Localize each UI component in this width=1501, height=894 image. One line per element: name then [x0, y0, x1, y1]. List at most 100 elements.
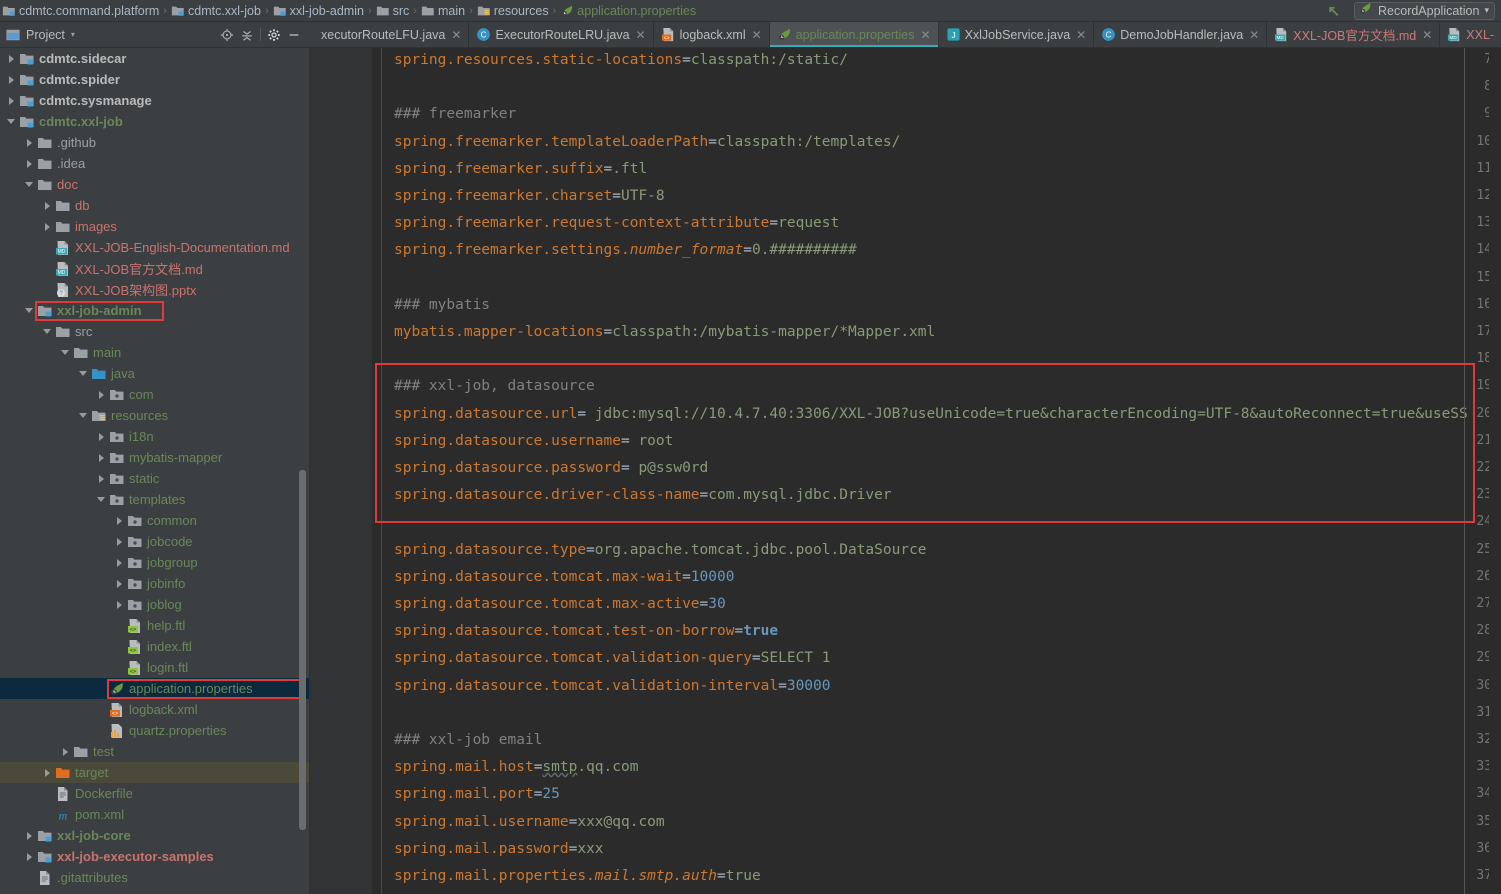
- editor-tab-logback-xml[interactable]: <> logback.xml ✕: [654, 22, 770, 47]
- tree-item-xxl-job-core[interactable]: xxl-job-core: [0, 825, 310, 846]
- close-icon[interactable]: ✕: [752, 29, 762, 41]
- tree-item-jobcode[interactable]: jobcode: [0, 531, 310, 552]
- tree-item-logback-xml[interactable]: <> logback.xml: [0, 699, 310, 720]
- editor-tab-xxl-job-md[interactable]: MD XXL-JOB官方文档.md ✕: [1267, 22, 1441, 47]
- code-line[interactable]: mybatis.mapper-locations=classpath:/myba…: [394, 324, 935, 340]
- tree-item-gitattributes[interactable]: .gitattributes: [0, 867, 310, 888]
- editor-tab-xxl[interactable]: MD XXL-: [1440, 22, 1501, 47]
- close-icon[interactable]: ✕: [1076, 29, 1086, 41]
- code-line[interactable]: spring.datasource.password= p@ssw0rd: [394, 460, 708, 476]
- breadcrumb-item-application-properties[interactable]: application.properties: [560, 4, 696, 18]
- expand-arrow-icon[interactable]: [24, 851, 35, 862]
- tree-item-mybatis-mapper[interactable]: mybatis-mapper: [0, 447, 310, 468]
- code-line[interactable]: ### xxl-job email: [394, 732, 542, 748]
- chevron-down-icon[interactable]: ▾: [1484, 5, 1489, 16]
- expand-arrow-icon[interactable]: [60, 347, 71, 358]
- close-icon[interactable]: ✕: [921, 29, 931, 41]
- expand-arrow-icon[interactable]: [6, 74, 17, 85]
- breadcrumb-item-cdmtc-command-platform[interactable]: cdmtc.command.platform: [2, 4, 159, 18]
- tree-item-index-ftl[interactable]: <> index.ftl: [0, 636, 310, 657]
- editor-gutter[interactable]: [310, 48, 372, 894]
- expand-arrow-icon[interactable]: [6, 95, 17, 106]
- tree-item-application-properties[interactable]: application.properties: [0, 678, 310, 699]
- expand-arrow-icon[interactable]: [6, 116, 17, 127]
- expand-arrow-icon[interactable]: [24, 179, 35, 190]
- expand-arrow-icon[interactable]: [24, 158, 35, 169]
- code-line[interactable]: ### xxl-job, datasource: [394, 378, 595, 394]
- tree-item-templates[interactable]: templates: [0, 489, 310, 510]
- expand-arrow-icon[interactable]: [78, 410, 89, 421]
- code-line[interactable]: ### freemarker: [394, 106, 516, 122]
- collapse-all-icon[interactable]: [237, 25, 257, 45]
- expand-arrow-icon[interactable]: [114, 578, 125, 589]
- error-stripe-marker-bar[interactable]: [1489, 48, 1501, 894]
- expand-arrow-icon[interactable]: [96, 494, 107, 505]
- code-line[interactable]: spring.datasource.tomcat.max-active=30: [394, 596, 726, 612]
- settings-gear-icon[interactable]: [264, 25, 284, 45]
- sidebar-scrollbar-thumb[interactable]: [299, 470, 306, 830]
- expand-arrow-icon[interactable]: [78, 368, 89, 379]
- expand-arrow-icon[interactable]: [6, 53, 17, 64]
- tree-item-login-ftl[interactable]: <> login.ftl: [0, 657, 310, 678]
- tree-item-xxl-job-md[interactable]: MD XXL-JOB官方文档.md: [0, 258, 310, 279]
- expand-arrow-icon[interactable]: [24, 305, 35, 316]
- tree-item-help-ftl[interactable]: <> help.ftl: [0, 615, 310, 636]
- code-line[interactable]: spring.datasource.username= root: [394, 433, 673, 449]
- code-line[interactable]: spring.freemarker.settings.number_format…: [394, 242, 857, 258]
- code-line[interactable]: spring.datasource.tomcat.validation-quer…: [394, 650, 831, 666]
- tree-item-db[interactable]: db: [0, 195, 310, 216]
- code-line[interactable]: spring.freemarker.request-context-attrib…: [394, 215, 839, 231]
- expand-arrow-icon[interactable]: [60, 746, 71, 757]
- code-line[interactable]: spring.freemarker.suffix=.ftl: [394, 161, 647, 177]
- breadcrumb-item-resources[interactable]: resources: [477, 4, 549, 18]
- tree-item-idea[interactable]: .idea: [0, 153, 310, 174]
- tree-item-jobinfo[interactable]: jobinfo: [0, 573, 310, 594]
- editor-tab-demojobhandler-java[interactable]: C DemoJobHandler.java ✕: [1094, 22, 1268, 47]
- tree-item-github[interactable]: .github: [0, 132, 310, 153]
- project-tree-panel[interactable]: cdmtc.sidecar cdmtc.spider cdmtc.sysmanage…: [0, 48, 310, 894]
- tree-item-test[interactable]: test: [0, 741, 310, 762]
- expand-arrow-icon[interactable]: [114, 557, 125, 568]
- code-line[interactable]: spring.mail.password=xxx: [394, 841, 604, 857]
- expand-arrow-icon[interactable]: [96, 452, 107, 463]
- close-icon[interactable]: ✕: [1249, 29, 1259, 41]
- expand-arrow-icon[interactable]: [42, 326, 53, 337]
- editor-tab-xecutorroutelfu-java[interactable]: xecutorRouteLFU.java ✕: [310, 22, 470, 47]
- breadcrumb-item-cdmtc-xxl-job[interactable]: cdmtc.xxl-job: [171, 4, 261, 18]
- code-line[interactable]: spring.datasource.url= jdbc:mysql://10.4…: [394, 406, 1468, 422]
- tree-item-com[interactable]: com: [0, 384, 310, 405]
- close-icon[interactable]: ✕: [451, 29, 461, 41]
- tree-item-xxl-job-english-documentation-md[interactable]: MD XXL-JOB-English-Documentation.md: [0, 237, 310, 258]
- tree-item-java[interactable]: java: [0, 363, 310, 384]
- expand-arrow-icon[interactable]: [24, 137, 35, 148]
- expand-arrow-icon[interactable]: [96, 473, 107, 484]
- back-arrow-icon[interactable]: ↖: [1327, 2, 1340, 20]
- expand-arrow-icon[interactable]: [42, 221, 53, 232]
- tree-item-quartz-properties[interactable]: quartz.properties: [0, 720, 310, 741]
- breadcrumb-item-src[interactable]: src: [376, 4, 409, 18]
- tree-item-images[interactable]: images: [0, 216, 310, 237]
- close-icon[interactable]: ✕: [1422, 29, 1432, 41]
- code-line[interactable]: spring.freemarker.charset=UTF-8: [394, 188, 665, 204]
- tree-item-cdmtc-xxl-job[interactable]: cdmtc.xxl-job: [0, 111, 310, 132]
- tree-item-xxl-job-executor-samples[interactable]: xxl-job-executor-samples: [0, 846, 310, 867]
- close-icon[interactable]: ✕: [636, 29, 646, 41]
- breadcrumb-item-main[interactable]: main: [421, 4, 465, 18]
- tree-item-src[interactable]: src: [0, 321, 310, 342]
- tree-item-doc[interactable]: doc: [0, 174, 310, 195]
- tree-item-static[interactable]: static: [0, 468, 310, 489]
- code-line[interactable]: spring.datasource.tomcat.max-wait=10000: [394, 569, 734, 585]
- code-line[interactable]: spring.datasource.tomcat.validation-inte…: [394, 678, 831, 694]
- locate-target-icon[interactable]: [217, 25, 237, 45]
- expand-arrow-icon[interactable]: [114, 536, 125, 547]
- editor-tab-application-properties[interactable]: application.properties ✕: [769, 22, 939, 47]
- tree-item-xxl-job-admin[interactable]: xxl-job-admin: [0, 300, 310, 321]
- tree-item-i18n[interactable]: i18n: [0, 426, 310, 447]
- code-line[interactable]: spring.mail.host=smtp.qq.com: [394, 759, 638, 775]
- tree-item-cdmtc-spider[interactable]: cdmtc.spider: [0, 69, 310, 90]
- expand-arrow-icon[interactable]: [24, 830, 35, 841]
- tree-item-dockerfile[interactable]: Dockerfile: [0, 783, 310, 804]
- tree-item-cdmtc-sidecar[interactable]: cdmtc.sidecar: [0, 48, 310, 69]
- run-configuration-selector[interactable]: RecordApplication ▾: [1354, 1, 1495, 20]
- code-line[interactable]: spring.freemarker.templateLoaderPath=cla…: [394, 134, 900, 150]
